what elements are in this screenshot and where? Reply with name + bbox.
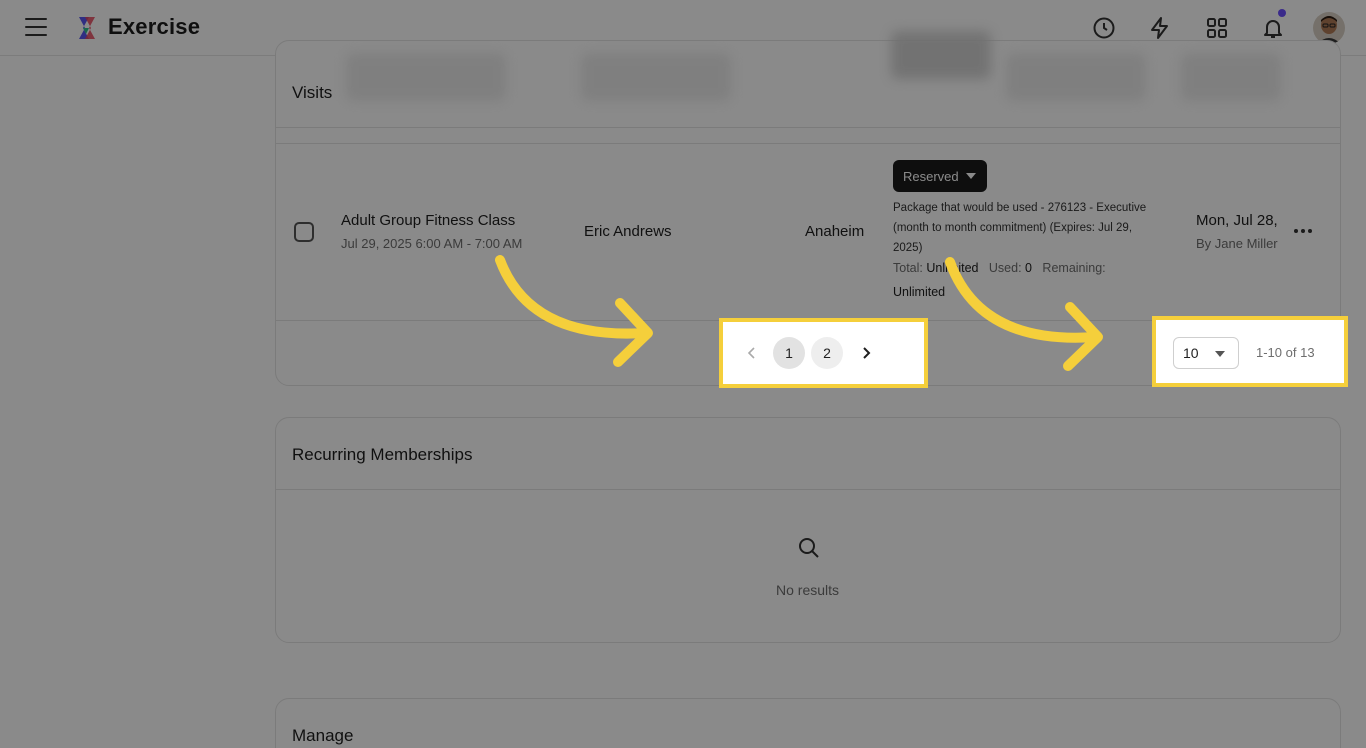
notification-dot	[1278, 9, 1286, 17]
blurred-header	[1006, 53, 1146, 101]
package-info: Package that would be used - 276123 - Ex…	[893, 202, 1147, 254]
caret-down-icon	[966, 173, 976, 179]
recurring-title: Recurring Memberships	[292, 445, 473, 464]
caret-down-icon	[1215, 351, 1225, 357]
booked-by: By Jane Miller	[1196, 236, 1278, 251]
app-logo	[79, 17, 95, 39]
blurred-header	[1181, 53, 1281, 101]
remaining-label: Remaining:	[1042, 261, 1106, 275]
divider	[276, 489, 1340, 490]
used-label: Used:	[988, 261, 1022, 275]
package-usage: Total: Unlimited Used: 0 Remaining:	[893, 261, 1106, 275]
per-page-select[interactable]: 10	[1173, 337, 1239, 369]
location: Anaheim	[805, 223, 865, 240]
lightning-icon[interactable]	[1146, 14, 1174, 42]
chevron-left-icon[interactable]	[744, 344, 760, 362]
per-page-value: 10	[1183, 345, 1199, 361]
manage-title: Manage	[292, 726, 354, 745]
divider	[276, 127, 1340, 128]
divider	[276, 143, 1340, 144]
blurred-header	[891, 31, 991, 79]
app-title: Exercise	[108, 14, 201, 39]
status-label: Reserved	[903, 168, 959, 184]
search-icon	[799, 538, 819, 558]
clock-icon[interactable]	[1090, 14, 1118, 42]
chevron-right-icon[interactable]	[858, 344, 874, 362]
recurring-memberships-card: Recurring Memberships	[275, 417, 1341, 643]
remaining-value: Unlimited	[893, 285, 946, 299]
apps-grid-icon[interactable]	[1203, 14, 1231, 42]
used-value: 0	[1025, 261, 1032, 275]
page-2-button[interactable]: 2	[811, 337, 843, 369]
empty-state-text: No results	[776, 582, 840, 598]
status-dropdown[interactable]: Reserved	[893, 160, 987, 192]
menu-icon[interactable]	[25, 18, 47, 38]
more-options-icon[interactable]	[1294, 229, 1312, 233]
visit-date: Mon, Jul 28, 2025	[1196, 212, 1278, 229]
client-name[interactable]: Eric Andrews	[584, 223, 672, 240]
bell-icon[interactable]	[1259, 9, 1287, 42]
class-name[interactable]: Adult Group Fitness Class	[341, 212, 515, 229]
total-value: Unlimited	[926, 261, 979, 275]
blurred-header	[346, 53, 506, 101]
row-checkbox[interactable]	[294, 222, 314, 242]
blurred-header	[581, 53, 731, 101]
page-1-button[interactable]: 1	[773, 337, 805, 369]
visits-title: Visits	[292, 83, 333, 102]
class-time: Jul 29, 2025 6:00 AM - 7:00 AM	[341, 236, 523, 251]
manage-card: Manage	[275, 698, 1341, 748]
page-range-text: 1-10 of 13	[1256, 345, 1315, 360]
total-label: Total:	[893, 261, 923, 275]
